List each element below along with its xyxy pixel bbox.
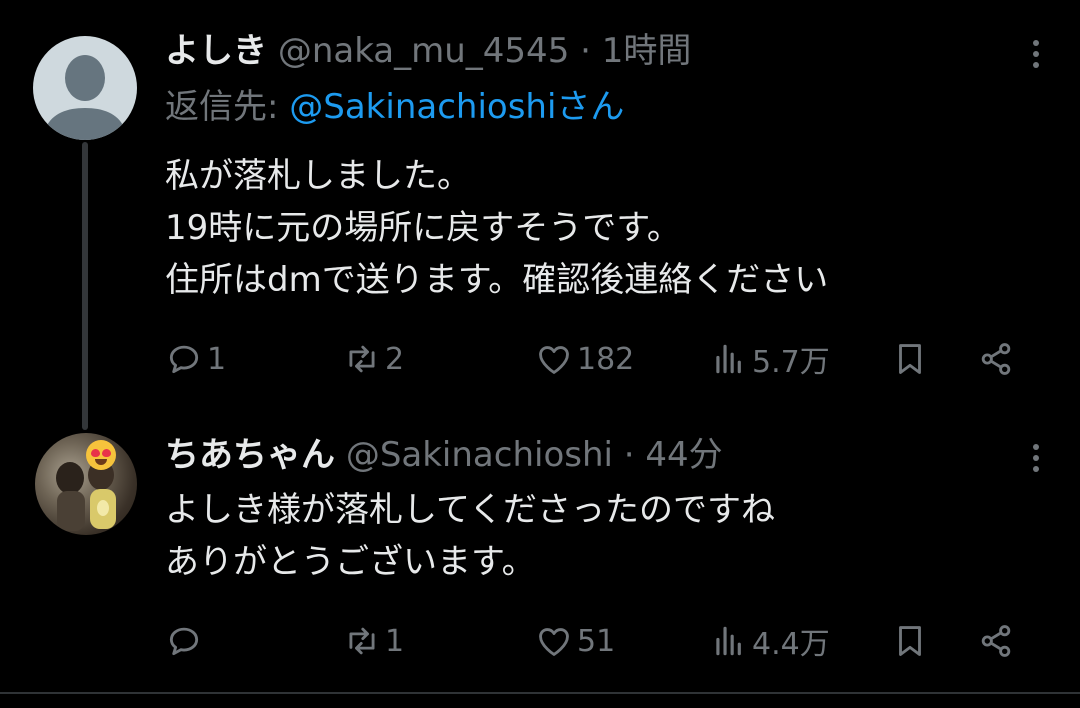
- views-icon: [716, 344, 741, 374]
- repost-icon: [349, 627, 375, 655]
- profile-photo: [56, 460, 116, 531]
- bookmark-icon: [899, 626, 921, 656]
- reply-mention-link[interactable]: @Sakinachioshi: [289, 87, 556, 127]
- display-name[interactable]: よしき: [165, 31, 267, 71]
- bookmark-button[interactable]: [891, 616, 933, 666]
- tweet-line: よしき様が落札してくださったのですね: [165, 490, 775, 530]
- avatar-chiachan[interactable]: [35, 433, 137, 535]
- separator-dot: ·: [623, 435, 635, 475]
- tweet-line: 19時に元の場所に戻すそうです。: [165, 208, 681, 248]
- view-count: 5.7万: [752, 345, 830, 380]
- like-count: 182: [577, 341, 635, 377]
- share-button[interactable]: [977, 616, 1019, 666]
- reply-prefix: 返信先:: [165, 87, 290, 127]
- like-icon: [539, 346, 569, 374]
- divider: [0, 692, 1080, 694]
- tweet-header: よしき @naka_mu_4545 · 1時間: [165, 31, 691, 71]
- user-handle[interactable]: @Sakinachioshi: [346, 435, 613, 475]
- tweet-header: ちあちゃん @Sakinachioshi · 44分: [165, 435, 723, 475]
- like-button[interactable]: 182: [535, 334, 634, 384]
- tweet-actions: 1 51 4.4万: [165, 616, 1040, 666]
- reply-context: 返信先: @Sakinachioshiさん: [165, 86, 624, 128]
- reply-button[interactable]: 1: [165, 334, 226, 384]
- bookmark-icon: [899, 344, 921, 374]
- like-button[interactable]: 51: [535, 616, 615, 666]
- repost-button[interactable]: 1: [343, 616, 404, 666]
- repost-count: 1: [385, 623, 405, 659]
- display-name[interactable]: ちあちゃん: [165, 435, 335, 475]
- tweet-text: 私が落札しました。 19時に元の場所に戻すそうです。 住所はdmで送ります。確認…: [165, 150, 828, 306]
- tweet-line: ありがとうございます。: [165, 542, 536, 582]
- timestamp[interactable]: 44分: [645, 435, 722, 475]
- share-icon: [981, 343, 1011, 375]
- more-options-icon[interactable]: [1032, 444, 1040, 477]
- bookmark-button[interactable]: [891, 334, 933, 384]
- reply-count: 1: [207, 341, 227, 377]
- thread-connector-line: [82, 142, 88, 430]
- separator-dot: ·: [580, 31, 591, 71]
- reply-button[interactable]: [165, 616, 207, 666]
- reply-suffix: さん: [556, 87, 625, 127]
- view-count: 4.4万: [752, 627, 830, 662]
- more-options-icon[interactable]: [1032, 40, 1040, 73]
- repost-icon: [349, 345, 375, 373]
- share-icon: [981, 625, 1011, 657]
- repost-count: 2: [385, 341, 405, 377]
- heart-eyes-emoji-icon: [86, 440, 116, 470]
- tweet-actions: 1 2 182 5.7万: [165, 334, 1040, 384]
- views-button[interactable]: 5.7万: [710, 334, 830, 384]
- like-icon: [539, 628, 569, 656]
- views-icon: [716, 626, 741, 656]
- avatar-yoshiki[interactable]: [33, 36, 137, 140]
- reply-icon: [169, 627, 199, 656]
- share-button[interactable]: [977, 334, 1019, 384]
- reply-icon: [169, 345, 199, 374]
- views-button[interactable]: 4.4万: [710, 616, 830, 666]
- user-handle[interactable]: @naka_mu_4545: [278, 31, 570, 71]
- tweet-text: よしき様が落札してくださったのですね ありがとうございます。: [165, 484, 775, 588]
- repost-button[interactable]: 2: [343, 334, 404, 384]
- tweet-line: 私が落札しました。: [165, 156, 471, 196]
- default-profile-icon: [43, 55, 127, 140]
- like-count: 51: [577, 623, 616, 659]
- tweet-line: 住所はdmで送ります。確認後連絡ください: [165, 260, 829, 300]
- timestamp[interactable]: 1時間: [602, 31, 692, 71]
